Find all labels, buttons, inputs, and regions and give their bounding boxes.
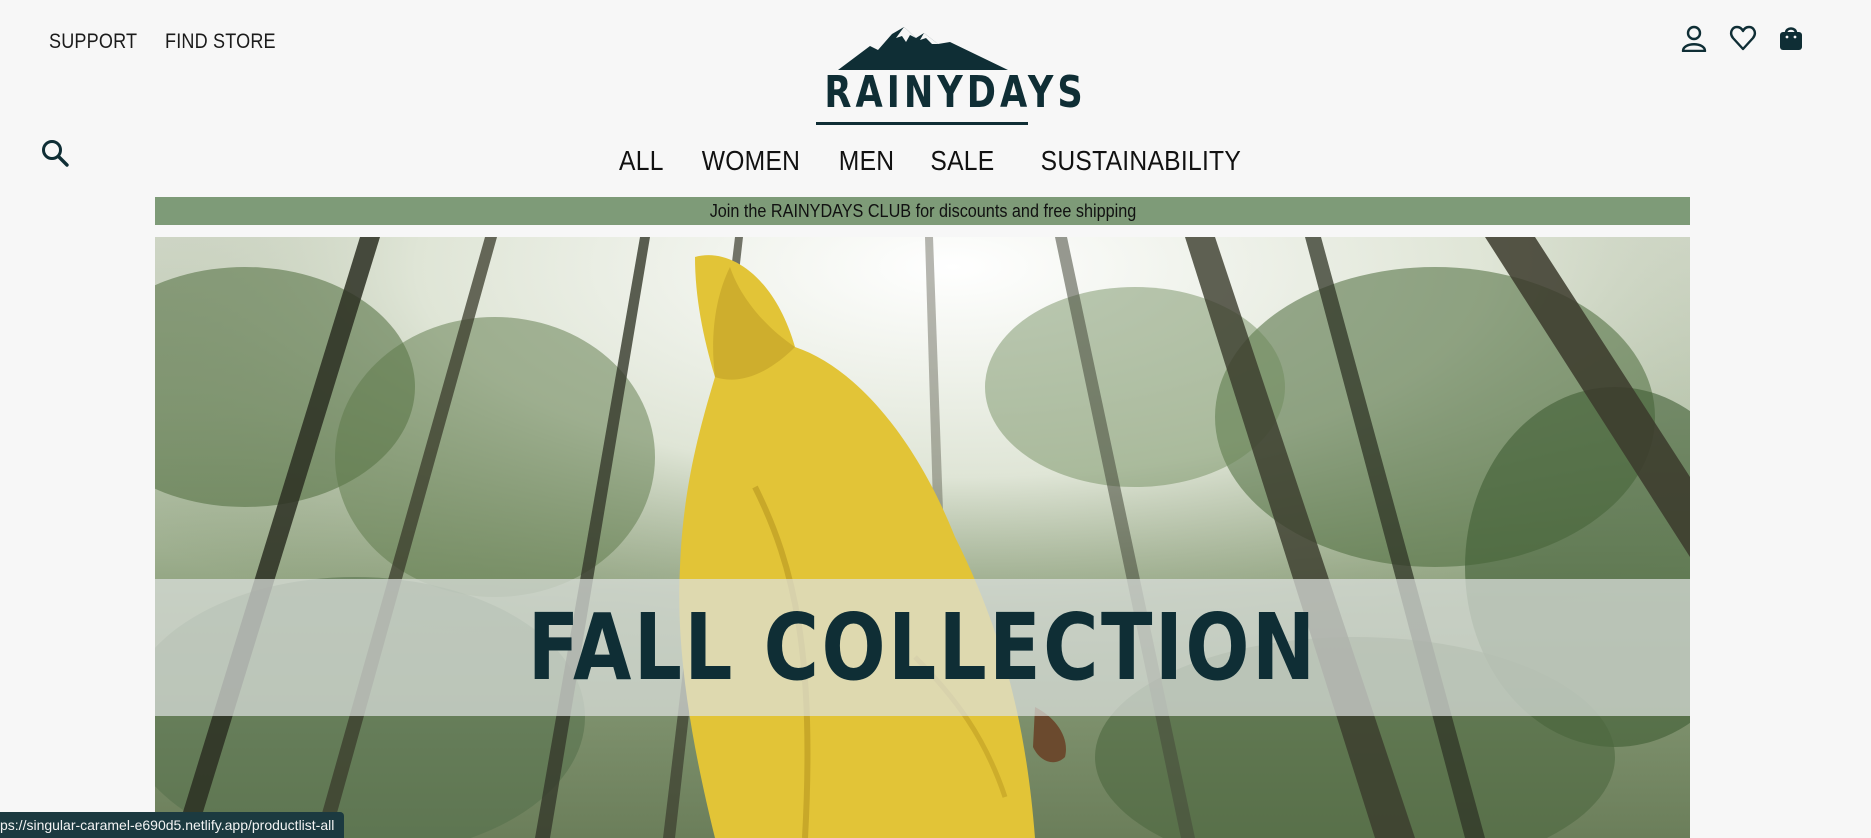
promo-banner-text: Join the RAINYDAYS CLUB for discounts an… <box>709 201 1136 221</box>
nav-item-all[interactable]: ALL <box>619 145 664 177</box>
hero-section[interactable]: FALL COLLECTION <box>155 237 1690 838</box>
logo-text: RAINYDAYS <box>824 67 1087 118</box>
nav-item-sustainability[interactable]: SUSTAINABILITY <box>1041 145 1241 177</box>
support-link[interactable]: SUPPORT <box>49 30 137 54</box>
hero-title: FALL COLLECTION <box>527 594 1318 701</box>
user-icon[interactable] <box>1680 24 1708 53</box>
hero-caption-band: FALL COLLECTION <box>155 579 1690 716</box>
nav-item-men[interactable]: MEN <box>839 145 895 177</box>
heart-icon[interactable] <box>1729 24 1757 52</box>
nav-item-sale[interactable]: SALE <box>930 145 994 177</box>
logo-underline <box>816 122 1028 125</box>
shopping-bag-icon[interactable] <box>1777 24 1805 52</box>
hero-forest-image <box>155 237 1690 838</box>
promo-banner[interactable]: Join the RAINYDAYS CLUB for discounts an… <box>155 197 1690 225</box>
rainydays-logo[interactable]: RAINYDAYS <box>800 24 1087 130</box>
find-store-link[interactable]: FIND STORE <box>165 30 276 54</box>
status-bar-url: ps://singular-caramel-e690d5.netlify.app… <box>0 812 345 838</box>
nav-item-women[interactable]: WOMEN <box>702 145 801 177</box>
main-nav: ALL WOMEN MEN SALE SUSTAINABILITY <box>0 145 1871 177</box>
